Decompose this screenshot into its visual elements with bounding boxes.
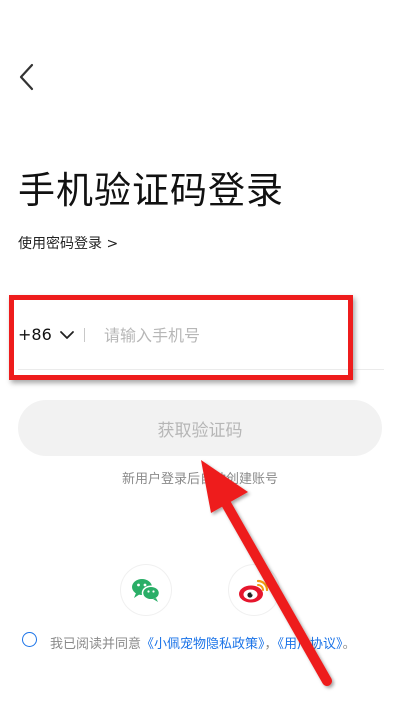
agreement-text: 我已阅读并同意《小佩宠物隐私政策》，《用户协议》。: [50, 631, 370, 658]
weibo-icon: [239, 579, 269, 603]
page-title: 手机验证码登录: [18, 169, 284, 212]
agreement-suffix: 。: [342, 637, 356, 652]
password-login-link[interactable]: 使用密码登录 >: [18, 233, 118, 253]
agreement-prefix: 我已阅读并同意: [50, 637, 142, 652]
weibo-login-button[interactable]: [229, 565, 279, 615]
agreement-radio[interactable]: [22, 632, 37, 647]
chevron-left-icon: [19, 63, 34, 91]
wechat-icon: [132, 579, 161, 602]
annotation-highlight-box: [9, 295, 353, 380]
user-agreement-link[interactable]: 《用户协议》: [278, 637, 343, 652]
agreement-separator: ，: [264, 637, 278, 652]
back-button[interactable]: [14, 60, 44, 94]
new-user-hint: 新用户登录后自动创建账号: [121, 472, 278, 487]
get-code-button[interactable]: 获取验证码: [18, 400, 382, 456]
wechat-login-button[interactable]: [121, 565, 171, 615]
privacy-policy-link[interactable]: 《小佩宠物隐私政策》: [141, 637, 265, 652]
